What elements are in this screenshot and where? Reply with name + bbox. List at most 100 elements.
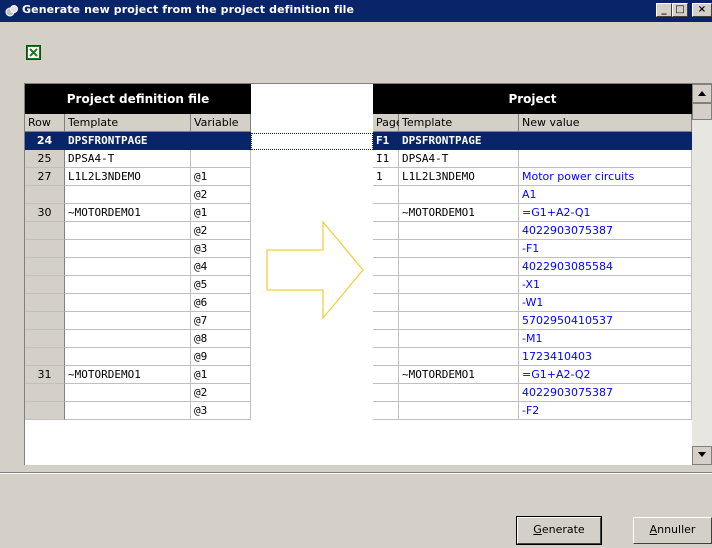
row-number[interactable]	[25, 384, 65, 402]
project-template-cell[interactable]: DPSA4-T	[399, 150, 519, 168]
page-cell[interactable]	[373, 330, 399, 348]
page-cell[interactable]	[373, 240, 399, 258]
new-value-cell[interactable]: A1	[519, 186, 692, 204]
template-cell[interactable]	[65, 240, 191, 258]
page-cell[interactable]	[373, 312, 399, 330]
maximize-button[interactable]: □	[672, 3, 688, 17]
page-cell[interactable]: 1	[373, 168, 399, 186]
template-cell[interactable]	[65, 402, 191, 420]
minimize-button[interactable]: _	[656, 3, 672, 17]
row-number[interactable]: 24	[25, 132, 65, 150]
variable-cell[interactable]: @2	[191, 186, 251, 204]
new-value-cell[interactable]: =G1+A2-Q1	[519, 204, 692, 222]
row-number[interactable]	[25, 312, 65, 330]
project-template-cell[interactable]	[399, 330, 519, 348]
vertical-scrollbar[interactable]	[692, 84, 712, 465]
right-col-header-page[interactable]: Page	[373, 114, 403, 132]
template-cell[interactable]	[65, 384, 191, 402]
project-template-cell[interactable]	[399, 348, 519, 366]
project-template-cell[interactable]: DPSFRONTPAGE	[399, 132, 519, 150]
right-col-header-new-value[interactable]: New value	[519, 114, 692, 132]
row-number[interactable]: 30	[25, 204, 65, 222]
new-value-cell[interactable]: 4022903085584	[519, 258, 692, 276]
template-cell[interactable]: ~MOTORDEMO1	[65, 366, 191, 384]
excel-icon[interactable]	[26, 45, 41, 60]
template-cell[interactable]	[65, 348, 191, 366]
variable-cell[interactable]: @9	[191, 348, 251, 366]
page-cell[interactable]	[373, 258, 399, 276]
new-value-cell[interactable]: 4022903075387	[519, 384, 692, 402]
variable-cell[interactable]: @1	[191, 168, 251, 186]
row-number[interactable]	[25, 294, 65, 312]
variable-cell[interactable]	[191, 132, 251, 150]
variable-cell[interactable]: @3	[191, 402, 251, 420]
variable-cell[interactable]: @6	[191, 294, 251, 312]
new-value-cell[interactable]: 5702950410537	[519, 312, 692, 330]
project-template-cell[interactable]	[399, 186, 519, 204]
page-cell[interactable]	[373, 402, 399, 420]
new-value-cell[interactable]: -F1	[519, 240, 692, 258]
new-value-cell[interactable]	[519, 132, 692, 150]
template-cell[interactable]	[65, 294, 191, 312]
row-number[interactable]: 31	[25, 366, 65, 384]
project-template-cell[interactable]	[399, 276, 519, 294]
template-cell[interactable]	[65, 222, 191, 240]
project-template-cell[interactable]	[399, 240, 519, 258]
variable-cell[interactable]: @4	[191, 258, 251, 276]
row-number[interactable]: 27	[25, 168, 65, 186]
variable-cell[interactable]: @1	[191, 204, 251, 222]
left-col-header-variable[interactable]: Variable	[191, 114, 251, 132]
template-cell[interactable]	[65, 186, 191, 204]
template-cell[interactable]	[65, 330, 191, 348]
page-cell[interactable]	[373, 384, 399, 402]
variable-cell[interactable]: @3	[191, 240, 251, 258]
new-value-cell[interactable]: -M1	[519, 330, 692, 348]
template-cell[interactable]	[65, 312, 191, 330]
page-cell[interactable]	[373, 366, 399, 384]
variable-cell[interactable]: @7	[191, 312, 251, 330]
new-value-cell[interactable]: -W1	[519, 294, 692, 312]
row-number[interactable]: 25	[25, 150, 65, 168]
row-number[interactable]	[25, 240, 65, 258]
scroll-down-button[interactable]	[692, 446, 712, 465]
variable-cell[interactable]	[191, 150, 251, 168]
page-cell[interactable]	[373, 222, 399, 240]
scroll-thumb[interactable]	[692, 103, 712, 120]
row-number[interactable]	[25, 348, 65, 366]
project-template-cell[interactable]	[399, 258, 519, 276]
new-value-cell[interactable]: -F2	[519, 402, 692, 420]
new-value-cell[interactable]	[519, 150, 692, 168]
page-cell[interactable]	[373, 348, 399, 366]
template-cell[interactable]: ~MOTORDEMO1	[65, 204, 191, 222]
row-number[interactable]	[25, 330, 65, 348]
page-cell[interactable]	[373, 276, 399, 294]
page-cell[interactable]	[373, 294, 399, 312]
new-value-cell[interactable]: =G1+A2-Q2	[519, 366, 692, 384]
page-cell[interactable]	[373, 204, 399, 222]
scroll-up-button[interactable]	[692, 84, 712, 103]
page-cell[interactable]: I1	[373, 150, 399, 168]
page-cell[interactable]: F1	[373, 132, 399, 150]
project-template-cell[interactable]	[399, 294, 519, 312]
new-value-cell[interactable]: 4022903075387	[519, 222, 692, 240]
variable-cell[interactable]: @2	[191, 384, 251, 402]
generate-button[interactable]: Generate	[516, 516, 602, 545]
row-number[interactable]	[25, 222, 65, 240]
left-col-header-row[interactable]: Row	[25, 114, 65, 132]
project-template-cell[interactable]	[399, 222, 519, 240]
project-template-cell[interactable]: L1L2L3NDEMO	[399, 168, 519, 186]
close-button[interactable]: ×	[692, 3, 712, 17]
template-cell[interactable]	[65, 258, 191, 276]
left-col-header-template[interactable]: Template	[65, 114, 191, 132]
project-template-cell[interactable]	[399, 402, 519, 420]
template-cell[interactable]	[65, 276, 191, 294]
cancel-button[interactable]: Annuller	[633, 517, 712, 544]
row-number[interactable]	[25, 186, 65, 204]
variable-cell[interactable]: @2	[191, 222, 251, 240]
right-col-header-template[interactable]: Template	[399, 114, 519, 132]
row-number[interactable]	[25, 276, 65, 294]
template-cell[interactable]: DPSFRONTPAGE	[65, 132, 191, 150]
template-cell[interactable]: L1L2L3NDEMO	[65, 168, 191, 186]
row-number[interactable]	[25, 258, 65, 276]
row-number[interactable]	[25, 402, 65, 420]
